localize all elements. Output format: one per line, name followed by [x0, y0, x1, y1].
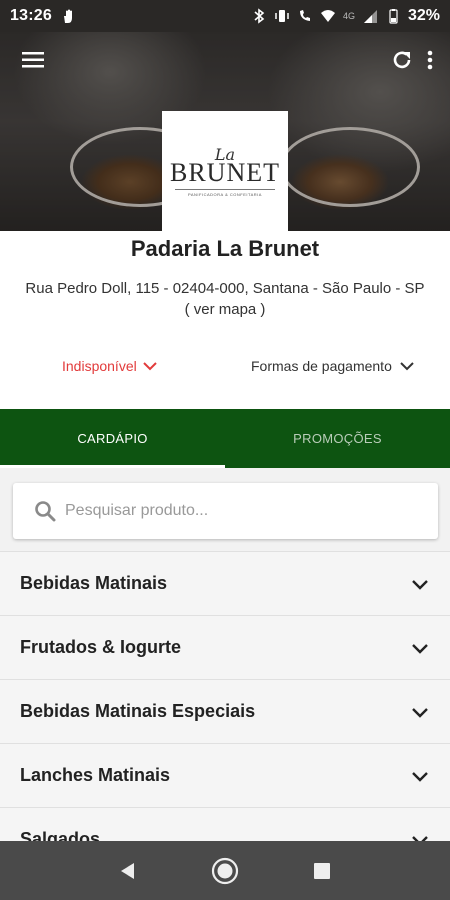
- chevron-down-icon: [412, 643, 428, 654]
- battery-icon: [385, 8, 401, 24]
- payment-methods-label: Formas de pagamento: [251, 358, 392, 374]
- category-item[interactable]: Bebidas Matinais Especiais: [0, 679, 450, 743]
- home-button[interactable]: [205, 851, 245, 891]
- logo-subtitle: PANIFICADORA & CONFEITARIA: [188, 192, 262, 197]
- network-type: 4G: [342, 11, 355, 21]
- search-box[interactable]: [13, 483, 438, 539]
- category-item[interactable]: Lanches Matinais: [0, 743, 450, 807]
- more-vert-icon: [427, 50, 433, 70]
- store-info: Padaria La Brunet Rua Pedro Doll, 115 - …: [0, 231, 450, 409]
- category-label: Bebidas Matinais: [20, 573, 168, 593]
- recents-icon: [313, 862, 330, 879]
- tab-promocoes[interactable]: PROMOÇÕES: [225, 409, 450, 468]
- home-icon: [211, 857, 239, 884]
- search-icon: [35, 501, 56, 522]
- wifi-calling-icon: [297, 8, 313, 24]
- logo-name: BRUNET: [170, 158, 280, 187]
- category-label: Bebidas Matinais Especiais: [20, 701, 256, 721]
- search-input[interactable]: [65, 502, 385, 520]
- chevron-down-icon: [412, 771, 428, 782]
- system-nav-bar: [0, 841, 450, 900]
- payment-methods-toggle[interactable]: Formas de pagamento: [251, 357, 416, 375]
- chevron-down-icon: [400, 362, 414, 371]
- vibrate-icon: [274, 8, 290, 24]
- category-item[interactable]: Bebidas Matinais: [0, 551, 450, 615]
- hand-icon: [60, 8, 76, 24]
- category-label: Lanches Matinais: [20, 765, 171, 785]
- availability-toggle[interactable]: Indisponível: [62, 357, 159, 375]
- store-logo: La BRUNET PANIFICADORA & CONFEITARIA: [162, 111, 288, 231]
- status-bar: 13:26 4G 32%: [0, 0, 450, 32]
- menu-icon: [22, 52, 44, 68]
- view-map-link[interactable]: ( ver mapa ): [0, 301, 450, 318]
- back-button[interactable]: [108, 851, 148, 891]
- category-item[interactable]: Frutados & Iogurte: [0, 615, 450, 679]
- status-time: 13:26: [10, 7, 52, 24]
- tab-cardapio[interactable]: CARDÁPIO: [0, 409, 225, 468]
- recents-button[interactable]: [302, 851, 342, 891]
- category-label: Frutados & Iogurte: [20, 637, 181, 657]
- bluetooth-icon: [251, 8, 267, 24]
- availability-label: Indisponível: [62, 358, 137, 374]
- menu-button[interactable]: [15, 42, 51, 78]
- wifi-icon: [320, 8, 336, 24]
- store-address: Rua Pedro Doll, 115 - 02404-000, Santana…: [25, 280, 425, 297]
- tab-bar: CARDÁPIO PROMOÇÕES: [0, 409, 450, 468]
- signal-icon: [362, 8, 378, 24]
- chevron-down-icon: [412, 579, 428, 590]
- store-name: Padaria La Brunet: [130, 236, 320, 261]
- category-list: Bebidas Matinais Frutados & Iogurte Bebi…: [0, 551, 450, 871]
- logo-divider: [175, 189, 275, 190]
- chevron-down-icon: [412, 707, 428, 718]
- more-options-button[interactable]: [412, 42, 448, 78]
- battery-percent: 32%: [407, 7, 440, 24]
- back-icon: [121, 862, 135, 879]
- chevron-down-icon: [143, 362, 157, 371]
